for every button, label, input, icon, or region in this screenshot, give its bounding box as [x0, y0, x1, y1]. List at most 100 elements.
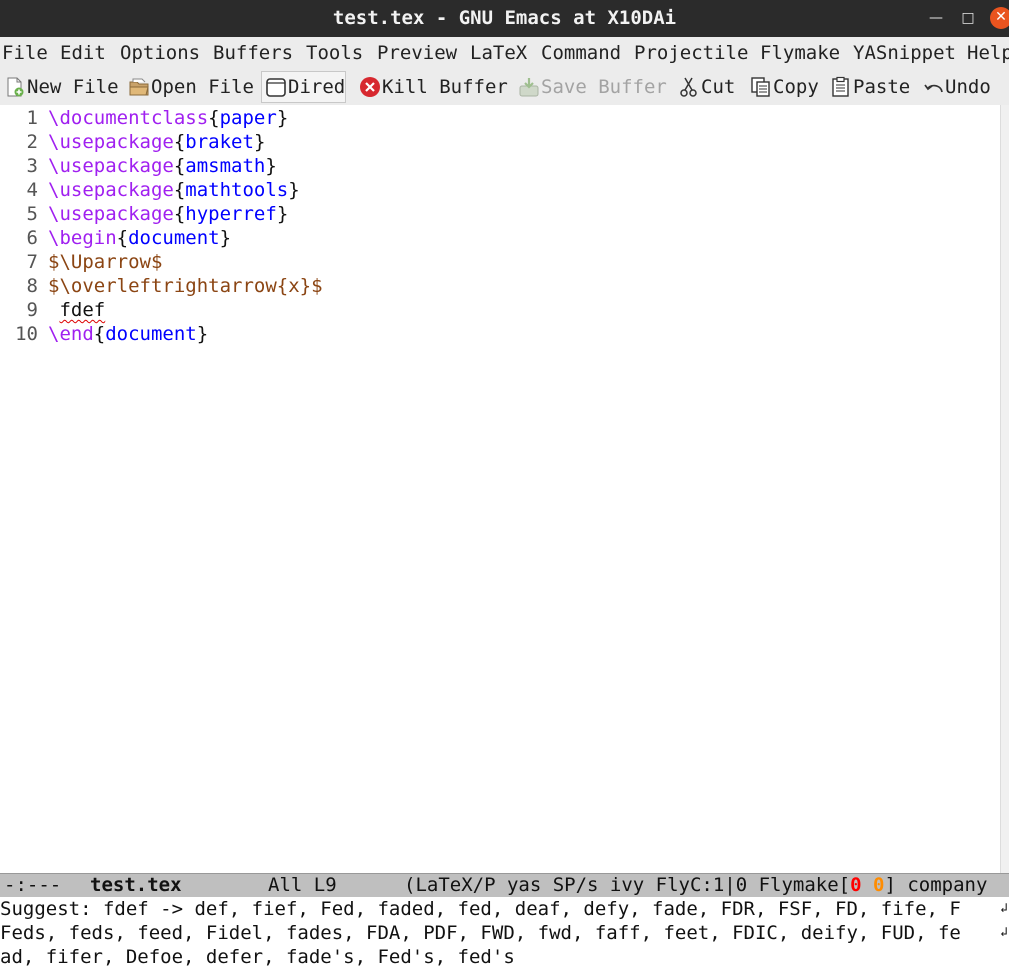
- suggestion-line: ad, fifer, Defoe, defer, fade's, Fed's, …: [0, 945, 1009, 969]
- mode-line: -:--- test.tex All L9 (LaTeX/P yas SP/s …: [0, 873, 1009, 897]
- line-number: 10: [15, 323, 38, 345]
- cut-label: Cut: [701, 76, 736, 98]
- save-buffer-button[interactable]: Save Buffer: [518, 72, 667, 102]
- menu-file[interactable]: File: [2, 37, 48, 69]
- menu-command[interactable]: Command: [541, 37, 621, 69]
- brace-open: {: [116, 227, 129, 249]
- latex-argument: paper: [219, 107, 277, 129]
- open-file-button[interactable]: Open File: [128, 72, 254, 102]
- major-minor-modes: (LaTeX/P yas SP/s ivy FlyC:1|0 Flymake[: [404, 874, 851, 896]
- buffer-status: -:---: [4, 874, 62, 896]
- flymake-error-count[interactable]: 0: [850, 874, 861, 896]
- mode-list[interactable]: (LaTeX/P yas SP/s ivy FlyC:1|0 Flymake[0…: [404, 874, 987, 897]
- undo-button[interactable]: Undo: [922, 72, 991, 102]
- new-file-label: New File: [27, 76, 119, 98]
- new-file-icon: [4, 76, 26, 98]
- window-title: test.tex - GNU Emacs at X10DAi: [332, 7, 677, 29]
- paste-label: Paste: [853, 76, 911, 98]
- line-number: 6: [26, 227, 38, 249]
- kill-buffer-button[interactable]: Kill Buffer: [359, 72, 508, 102]
- menu-preview[interactable]: Preview: [377, 37, 457, 69]
- brace-close: }: [276, 203, 289, 225]
- brace-open: {: [173, 131, 186, 153]
- editor-buffer[interactable]: 1 \documentclass{paper} 2 \usepackage{brak…: [0, 105, 1000, 873]
- brace-open: {: [173, 203, 186, 225]
- suggestion-text: ad, fifer, Defoe, defer, fade's, Fed's, …: [0, 946, 515, 968]
- latex-command: \begin: [48, 227, 117, 249]
- line-number: 4: [26, 179, 38, 201]
- line-wrap-icon: ↲: [1000, 901, 1008, 916]
- paste-icon: [830, 76, 852, 98]
- line-number: 1: [26, 107, 38, 129]
- menu-yasnippet[interactable]: YASnippet: [853, 37, 956, 69]
- menu-help[interactable]: Help: [967, 37, 1009, 69]
- code-line: 1 \documentclass{paper}: [0, 106, 289, 130]
- paste-button[interactable]: Paste: [830, 72, 910, 102]
- dired-button[interactable]: Dired: [261, 71, 347, 103]
- line-number: 5: [26, 203, 38, 225]
- brace-close: }: [265, 155, 277, 177]
- menu-edit[interactable]: Edit: [60, 37, 106, 69]
- menu-projectile[interactable]: Projectile: [634, 37, 748, 69]
- inline-math: $\overleftrightarrow{x}$: [48, 275, 323, 297]
- brace-open: {: [173, 155, 186, 177]
- copy-label: Copy: [773, 76, 819, 98]
- suggestion-text: Suggest: fdef -> def, fief, Fed, faded, …: [0, 898, 961, 920]
- line-number: 3: [26, 155, 38, 177]
- open-file-label: Open File: [151, 76, 254, 98]
- brace-open: {: [173, 179, 186, 201]
- latex-command: \documentclass: [48, 107, 209, 129]
- brace-close: }: [253, 131, 266, 153]
- menu-buffers[interactable]: Buffers: [213, 37, 293, 69]
- cut-button[interactable]: Cut: [678, 72, 735, 102]
- mode-list-tail: ] company: [884, 874, 988, 896]
- suggestion-line: Suggest: fdef -> def, fief, Fed, faded, …: [0, 897, 1009, 921]
- flymake-warning-count[interactable]: 0: [873, 874, 884, 896]
- brace-close: }: [288, 179, 300, 201]
- line-number: 9: [26, 299, 38, 321]
- close-button[interactable]: ✕: [990, 7, 1009, 29]
- window-titlebar: test.tex - GNU Emacs at X10DAi — □ ✕: [0, 0, 1009, 37]
- code-line: 5 \usepackage{hyperref}: [0, 202, 289, 226]
- tool-bar: New File Open File Dired Kill Buffer Sav…: [0, 69, 1009, 105]
- inline-math: $\Uparrow$: [48, 251, 163, 273]
- brace-close: }: [196, 323, 209, 345]
- latex-command: \usepackage: [48, 155, 174, 177]
- maximize-button[interactable]: □: [958, 8, 978, 28]
- latex-argument: document: [128, 227, 220, 249]
- buffer-name[interactable]: test.tex: [90, 874, 182, 897]
- buffer-position: All L9: [268, 874, 337, 896]
- latex-argument: amsmath: [185, 155, 266, 177]
- code-line: 10 \end{document}: [0, 322, 208, 346]
- latex-command: \usepackage: [48, 131, 174, 153]
- kill-buffer-label: Kill Buffer: [382, 76, 508, 98]
- line-number: 7: [26, 251, 38, 273]
- line-number: 8: [26, 275, 38, 297]
- latex-command: \usepackage: [48, 179, 174, 201]
- open-file-icon: [128, 76, 150, 98]
- menu-flymake[interactable]: Flymake: [760, 37, 840, 69]
- copy-button[interactable]: Copy: [750, 72, 819, 102]
- menu-tools[interactable]: Tools: [306, 37, 363, 69]
- undo-label: Undo: [945, 76, 991, 98]
- misspelled-word[interactable]: fdef: [59, 299, 105, 321]
- line-wrap-icon: ↲: [1000, 925, 1008, 940]
- new-file-button[interactable]: New File: [4, 72, 119, 102]
- code-line: 9 fdef: [0, 298, 106, 322]
- echo-area: Suggest: fdef -> def, fief, Fed, faded, …: [0, 897, 1009, 973]
- latex-argument: document: [105, 323, 197, 345]
- line-number: 2: [26, 131, 38, 153]
- suggestion-line: Feds, feds, feed, Fidel, fades, FDA, PDF…: [0, 921, 1009, 945]
- save-buffer-icon: [518, 76, 540, 98]
- brace-open: {: [208, 107, 220, 129]
- dired-icon: [265, 76, 287, 98]
- vertical-scrollbar[interactable]: [1000, 105, 1009, 873]
- undo-icon: [922, 76, 944, 98]
- minimize-button[interactable]: —: [926, 8, 946, 28]
- copy-icon: [750, 76, 772, 98]
- code-line: 6 \begin{document}: [0, 226, 232, 250]
- menu-latex[interactable]: LaTeX: [470, 37, 527, 69]
- dired-label: Dired: [288, 76, 346, 98]
- brace-open: {: [93, 323, 106, 345]
- menu-options[interactable]: Options: [120, 37, 200, 69]
